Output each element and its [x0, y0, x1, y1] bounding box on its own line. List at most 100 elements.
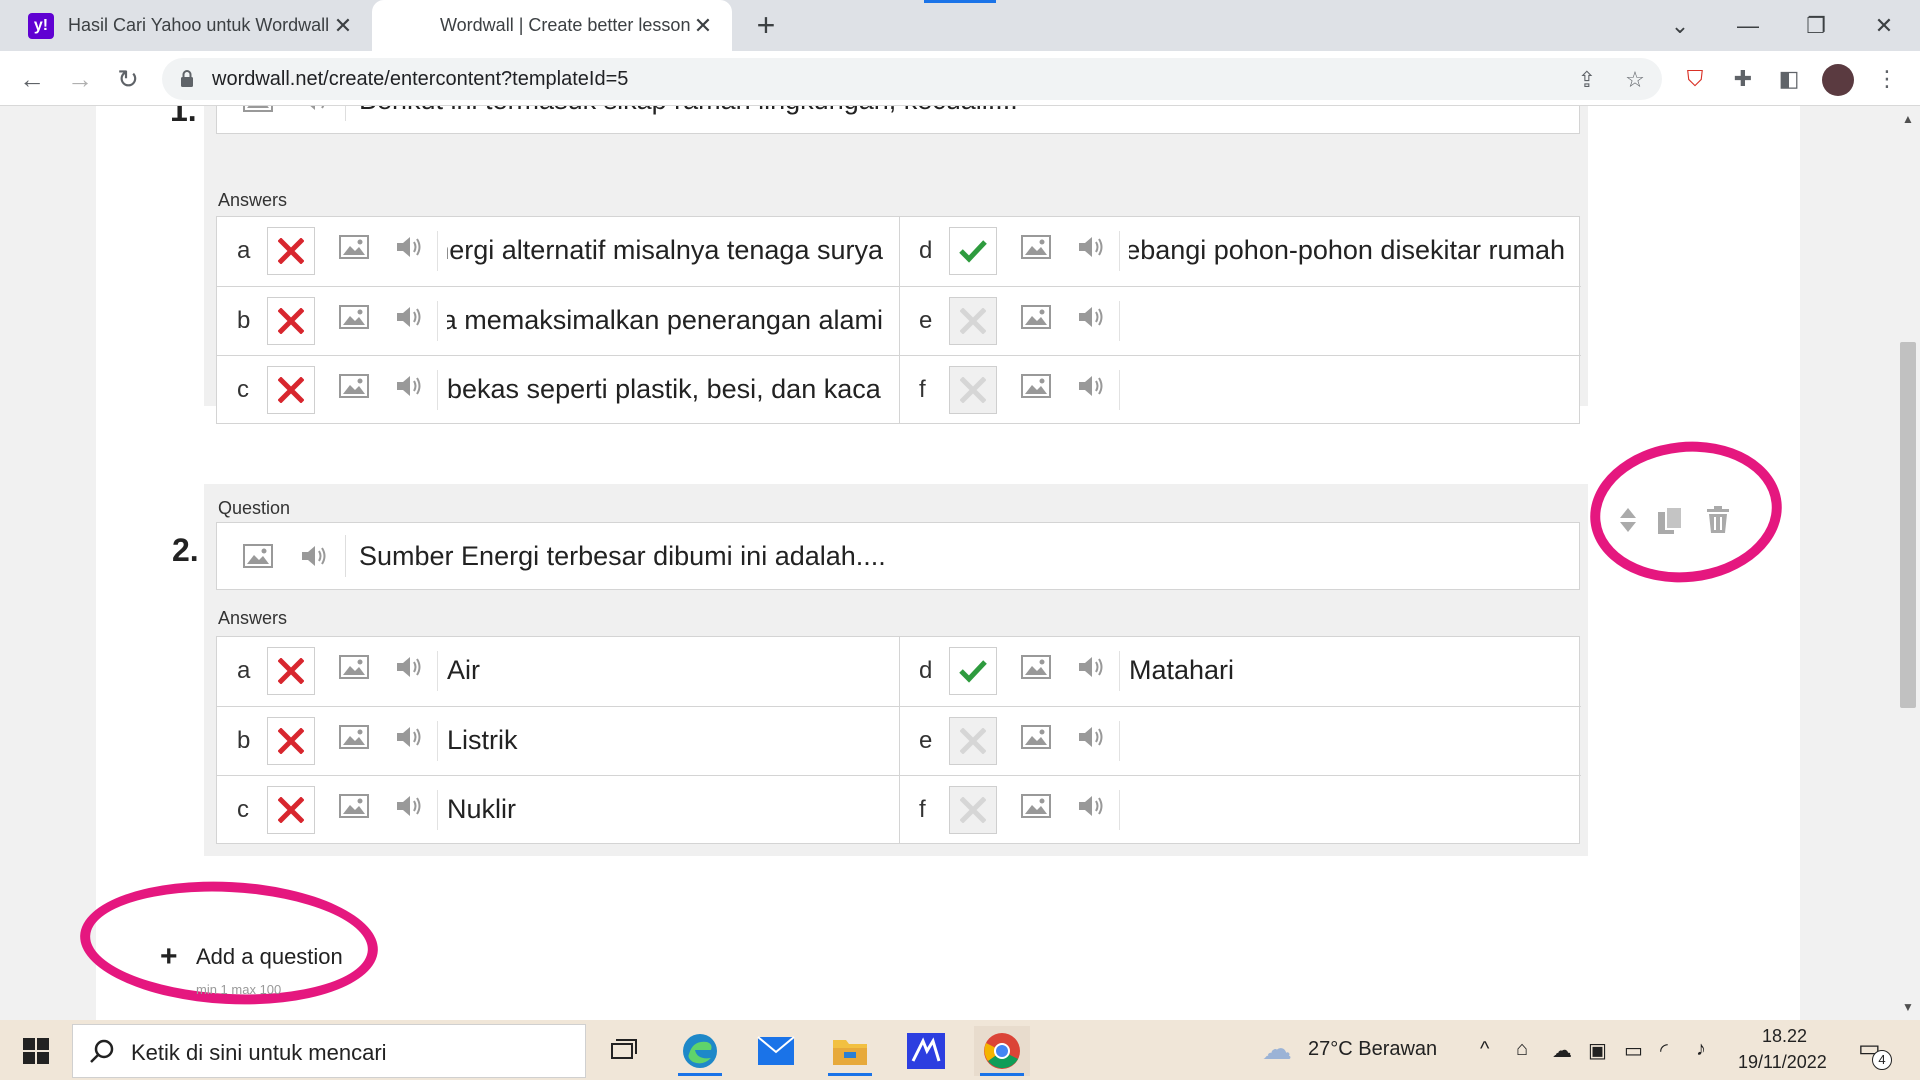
question-text[interactable]: Berikut ini termasuk sikap ramah lingkun…: [359, 106, 1018, 116]
scroll-down-arrow-icon[interactable]: ▼: [1900, 1000, 1916, 1014]
battery-icon[interactable]: ▭: [1624, 1038, 1643, 1063]
task-view-icon[interactable]: [596, 1026, 652, 1076]
tab-search-chevron-icon[interactable]: ⌄: [1650, 6, 1710, 46]
reload-icon[interactable]: ↻: [110, 61, 146, 97]
scrollbar-thumb[interactable]: [1900, 342, 1916, 708]
answer-image-icon[interactable]: [1021, 725, 1051, 754]
answer-image-icon[interactable]: [339, 305, 369, 334]
incorrect-x-icon[interactable]: [267, 647, 315, 695]
clock-time[interactable]: 18.22: [1762, 1026, 1807, 1047]
answer-sound-icon[interactable]: [395, 655, 423, 684]
close-tab-icon[interactable]: ✕: [690, 13, 716, 39]
answer-image-icon[interactable]: [339, 374, 369, 403]
chrome-icon[interactable]: [974, 1026, 1030, 1076]
incorrect-x-icon[interactable]: [267, 227, 315, 275]
add-question-label: Add a question: [196, 944, 343, 969]
question-sound-icon[interactable]: [285, 523, 343, 589]
screen-icon[interactable]: ▣: [1588, 1038, 1607, 1063]
answer-text-input[interactable]: Air: [447, 655, 883, 686]
answer-sound-icon[interactable]: [395, 794, 423, 823]
answer-image-icon[interactable]: [339, 725, 369, 754]
answer-sound-icon[interactable]: [395, 305, 423, 334]
answer-sound-icon[interactable]: [395, 725, 423, 754]
incorrect-x-icon[interactable]: [949, 717, 997, 765]
weather-text[interactable]: 27°C Berawan: [1308, 1038, 1437, 1061]
close-tab-icon[interactable]: ✕: [330, 13, 356, 39]
answer-image-icon[interactable]: [339, 655, 369, 684]
extensions-puzzle-icon[interactable]: ✚: [1728, 64, 1758, 94]
app-icon[interactable]: [898, 1026, 954, 1076]
answer-text-input[interactable]: Nuklir: [447, 794, 883, 825]
incorrect-x-icon[interactable]: [949, 366, 997, 414]
tab-strip-indicator: [924, 0, 996, 3]
bookmark-star-icon[interactable]: ☆: [1622, 67, 1648, 93]
answer-image-icon[interactable]: [1021, 235, 1051, 264]
answer-text-input[interactable]: Menggunakan energi alternatif misalnya t…: [447, 235, 883, 266]
answer-image-icon[interactable]: [1021, 655, 1051, 684]
back-arrow-icon[interactable]: ←: [14, 61, 50, 97]
answer-image-icon[interactable]: [1021, 794, 1051, 823]
correct-check-icon[interactable]: [949, 647, 997, 695]
answer-sound-icon[interactable]: [1077, 374, 1105, 403]
answer-image-icon[interactable]: [339, 794, 369, 823]
address-bar[interactable]: wordwall.net/create/entercontent?templat…: [162, 58, 1662, 100]
clock-date[interactable]: 19/11/2022: [1738, 1052, 1827, 1073]
restore-button[interactable]: ❐: [1786, 6, 1846, 46]
tray-chevron-up-icon[interactable]: ^: [1480, 1038, 1489, 1061]
question-sound-icon[interactable]: [285, 106, 343, 133]
incorrect-x-icon[interactable]: [949, 786, 997, 834]
vertical-scrollbar[interactable]: ▲ ▼: [1896, 106, 1920, 1020]
incorrect-x-icon[interactable]: [267, 297, 315, 345]
wifi-icon[interactable]: ◜: [1660, 1038, 1668, 1063]
minimize-button[interactable]: —: [1718, 6, 1778, 46]
menu-kebab-icon[interactable]: ⋮: [1872, 64, 1902, 94]
incorrect-x-icon[interactable]: [267, 366, 315, 414]
answer-sound-icon[interactable]: [1077, 725, 1105, 754]
question-image-icon[interactable]: [229, 523, 287, 589]
answer-text-input[interactable]: bekas seperti plastik, besi, dan kaca: [447, 374, 883, 405]
answer-sound-icon[interactable]: [1077, 305, 1105, 334]
answer-letter: b: [237, 307, 251, 334]
incorrect-x-icon[interactable]: [267, 717, 315, 765]
answer-image-icon[interactable]: [1021, 305, 1051, 334]
profile-avatar[interactable]: [1822, 64, 1854, 96]
question-text[interactable]: Sumber Energi terbesar dibumi ini adalah…: [359, 541, 886, 572]
answer-text-input[interactable]: Menebangi pohon-pohon disekitar rumah: [1129, 235, 1565, 266]
question-image-icon[interactable]: [229, 106, 287, 133]
extension-shield-icon[interactable]: ⛉: [1680, 64, 1710, 94]
question-field[interactable]: Sumber Energi terbesar dibumi ini adalah…: [216, 522, 1580, 590]
question-field[interactable]: Berikut ini termasuk sikap ramah lingkun…: [216, 106, 1580, 134]
forward-arrow-icon[interactable]: →: [62, 61, 98, 97]
tab-wordwall[interactable]: Wordwall | Create better lessons ✕: [372, 0, 732, 51]
close-window-button[interactable]: ✕: [1854, 6, 1914, 46]
onedrive-icon[interactable]: ☁: [1552, 1038, 1572, 1063]
share-icon[interactable]: ⇪: [1574, 67, 1600, 93]
answer-sound-icon[interactable]: [1077, 235, 1105, 264]
add-question-button[interactable]: + Add a question min 1 max 100: [160, 936, 400, 1006]
edge-browser-icon[interactable]: [672, 1026, 728, 1076]
tab-yahoo[interactable]: y! Hasil Cari Yahoo untuk Wordwall ✕: [0, 0, 372, 51]
answer-sound-icon[interactable]: [1077, 794, 1105, 823]
answer-text-input[interactable]: Listrik: [447, 725, 883, 756]
new-tab-button[interactable]: +: [748, 8, 784, 44]
mail-icon[interactable]: [748, 1026, 804, 1076]
file-explorer-icon[interactable]: [822, 1026, 878, 1076]
answer-sound-icon[interactable]: [395, 235, 423, 264]
taskbar-search-box[interactable]: Ketik di sini untuk mencari: [72, 1024, 586, 1078]
volume-icon[interactable]: ♪: [1696, 1038, 1706, 1061]
answer-sound-icon[interactable]: [1077, 655, 1105, 684]
windows-start-icon[interactable]: [8, 1026, 64, 1076]
incorrect-x-icon[interactable]: [267, 786, 315, 834]
answer-image-icon[interactable]: [1021, 374, 1051, 403]
answer-text-input[interactable]: Matahari: [1129, 655, 1565, 686]
plus-icon: +: [160, 940, 178, 973]
correct-check-icon[interactable]: [949, 227, 997, 275]
side-panel-icon[interactable]: ◧: [1774, 64, 1804, 94]
answer-sound-icon[interactable]: [395, 374, 423, 403]
scroll-up-arrow-icon[interactable]: ▲: [1900, 112, 1916, 126]
answer-image-icon[interactable]: [339, 235, 369, 264]
incorrect-x-icon[interactable]: [949, 297, 997, 345]
answer-text-input[interactable]: Membuka jendela memaksimalkan penerangan…: [447, 305, 883, 336]
cloud-weather-icon[interactable]: ☁: [1262, 1032, 1292, 1067]
meet-now-icon[interactable]: ⌂: [1516, 1038, 1528, 1061]
